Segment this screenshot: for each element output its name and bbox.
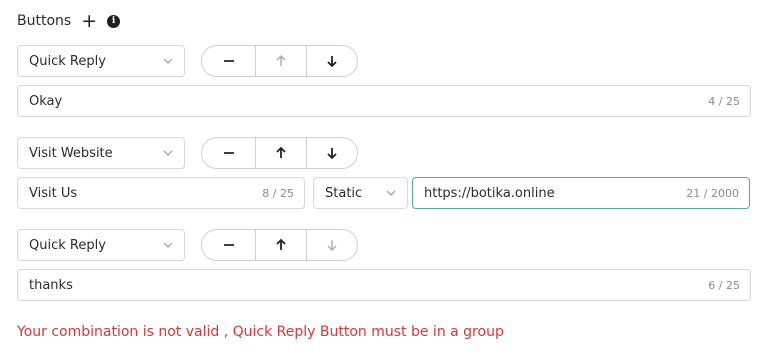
section-title: Buttons [17, 13, 72, 29]
buttons-section-header: Buttons + i [17, 10, 121, 32]
move-down-button[interactable] [306, 138, 357, 168]
char-counter: 6 / 25 [708, 278, 740, 292]
info-icon[interactable]: i [107, 14, 121, 28]
char-counter: 21 / 2000 [686, 186, 739, 200]
char-counter: 4 / 25 [708, 94, 740, 108]
button-text-value: Okay [29, 93, 63, 109]
char-counter: 8 / 25 [262, 186, 294, 200]
button-controls-2 [201, 137, 358, 169]
arrow-down-icon [327, 56, 337, 68]
chevron-down-icon [163, 242, 173, 248]
button-text-value: thanks [29, 277, 73, 293]
minus-icon [223, 244, 234, 246]
url-field[interactable]: https://botika.online 21 / 2000 [412, 177, 750, 209]
arrow-up-icon [276, 54, 286, 66]
button-type-select-3[interactable]: Quick Reply [17, 229, 185, 261]
button-type-value: Quick Reply [29, 53, 106, 69]
button-text-field-1[interactable]: Okay 4 / 25 [17, 85, 751, 117]
arrow-up-icon [276, 146, 286, 158]
button-text-field-3[interactable]: thanks 6 / 25 [17, 269, 751, 301]
arrow-up-icon [276, 238, 286, 250]
remove-button[interactable] [202, 230, 255, 260]
minus-icon [223, 152, 234, 154]
arrow-down-icon [327, 240, 337, 252]
chevron-down-icon [163, 150, 173, 156]
url-type-select[interactable]: Static [313, 177, 408, 209]
minus-icon [223, 60, 234, 62]
move-down-button[interactable] [306, 230, 357, 260]
move-up-button[interactable] [255, 46, 306, 76]
url-value: https://botika.online [424, 185, 555, 201]
plus-icon[interactable]: + [81, 11, 97, 31]
move-up-button[interactable] [255, 138, 306, 168]
button-text-field-2[interactable]: Visit Us 8 / 25 [17, 177, 305, 209]
button-type-select-1[interactable]: Quick Reply [17, 45, 185, 77]
chevron-down-icon [163, 58, 173, 64]
button-controls-1 [201, 45, 358, 77]
button-type-value: Quick Reply [29, 237, 106, 253]
chevron-down-icon [386, 190, 396, 196]
remove-button[interactable] [202, 46, 255, 76]
remove-button[interactable] [202, 138, 255, 168]
button-controls-3 [201, 229, 358, 261]
move-down-button[interactable] [306, 46, 357, 76]
button-type-value: Visit Website [29, 145, 113, 161]
button-text-value: Visit Us [29, 185, 78, 201]
move-up-button[interactable] [255, 230, 306, 260]
validation-error-message: Your combination is not valid , Quick Re… [17, 324, 504, 340]
button-type-select-2[interactable]: Visit Website [17, 137, 185, 169]
url-type-value: Static [325, 185, 363, 201]
arrow-down-icon [327, 148, 337, 160]
